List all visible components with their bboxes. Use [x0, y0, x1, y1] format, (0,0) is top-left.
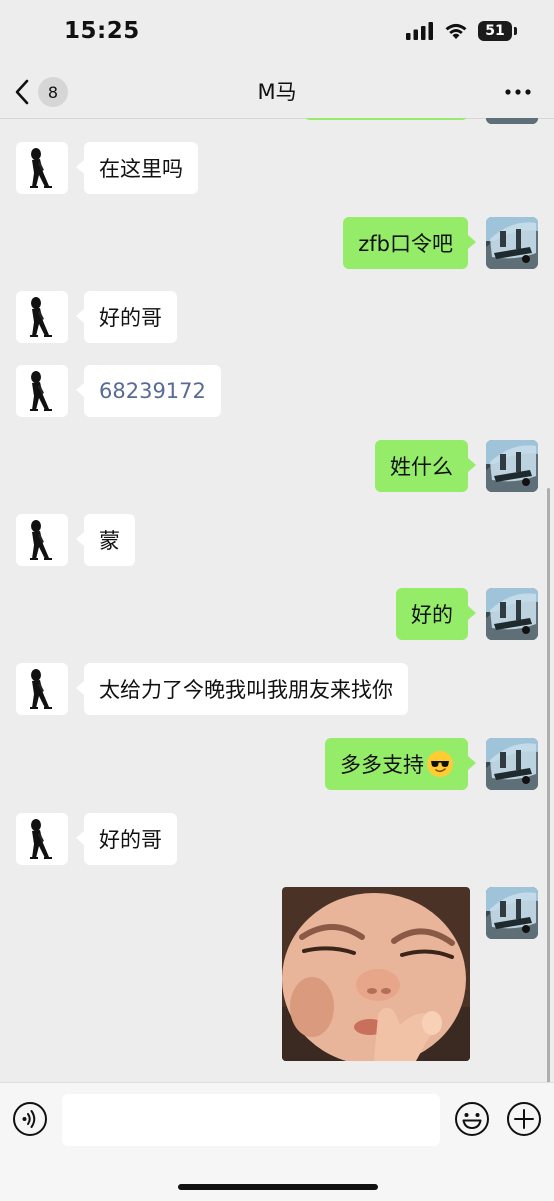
avatar-self[interactable]: [486, 738, 538, 790]
message-text: 好的: [411, 603, 453, 627]
message-input[interactable]: [62, 1094, 440, 1146]
message-bubble-sent[interactable]: 好的: [396, 588, 476, 640]
avatar-contact[interactable]: [16, 514, 68, 566]
message-bubble-received[interactable]: 在这里吗: [76, 142, 198, 194]
message-bubble-received[interactable]: 68239172: [76, 365, 221, 417]
wifi-icon: [445, 23, 467, 39]
avatar-contact[interactable]: [16, 142, 68, 194]
message-text: 好的哥: [99, 306, 162, 330]
avatar-self[interactable]: [486, 588, 538, 640]
chat-title: M马: [257, 80, 297, 104]
voice-icon[interactable]: [12, 1101, 48, 1137]
message-bubble-received[interactable]: 好的哥: [76, 291, 177, 343]
avatar-self[interactable]: [486, 887, 538, 939]
home-indicator: [178, 1184, 378, 1190]
message-bubble-received[interactable]: 蒙: [76, 514, 135, 566]
avatar-contact[interactable]: [16, 291, 68, 343]
nav-bar: 8 M马: [0, 66, 554, 119]
message-bubble-sent[interactable]: 多多支持: [325, 738, 476, 790]
battery-icon: 51: [478, 21, 517, 41]
avatar-contact[interactable]: [16, 365, 68, 417]
phone-number-link[interactable]: 68239172: [99, 379, 206, 403]
emoji-icon[interactable]: [454, 1101, 490, 1137]
message-text: 太给力了今晚我叫我朋友来找你: [99, 678, 393, 702]
status-time: 15:25: [64, 18, 140, 44]
message-text: 在这里吗: [99, 157, 183, 181]
avatar-contact[interactable]: [16, 663, 68, 715]
sunglasses-emoji: [427, 751, 453, 777]
message-text: 好的哥: [99, 828, 162, 852]
message-text: 蒙: [99, 529, 120, 553]
partial-sent-bubble: [304, 118, 468, 120]
scroll-indicator[interactable]: [547, 488, 550, 1082]
avatar-contact[interactable]: [16, 813, 68, 865]
message-text: 姓什么: [390, 455, 453, 479]
avatar-self[interactable]: [486, 440, 538, 492]
message-text: zfb口令吧: [358, 232, 453, 256]
status-icons: 51: [406, 21, 517, 41]
message-bubble-sent[interactable]: 姓什么: [375, 440, 476, 492]
message-bubble-sent[interactable]: zfb口令吧: [343, 217, 476, 269]
status-bar: 15:25 51: [0, 0, 554, 66]
message-bubble-received[interactable]: 好的哥: [76, 813, 177, 865]
battery-level: 51: [485, 23, 505, 39]
chat-area[interactable]: 在这里吗 zfb口令吧 好的哥 68239172 姓什么 蒙 好的 太给力了今晚…: [0, 118, 554, 1082]
signal-icon: [406, 22, 433, 40]
avatar-self[interactable]: [486, 217, 538, 269]
message-bubble-received[interactable]: 太给力了今晚我叫我朋友来找你: [76, 663, 408, 715]
avatar-self[interactable]: [486, 118, 538, 124]
message-text: 多多支持: [340, 753, 424, 777]
plus-icon[interactable]: [506, 1101, 542, 1137]
child-face-sticker[interactable]: [282, 887, 470, 1061]
input-bar: [0, 1082, 554, 1201]
more-dots-icon[interactable]: [504, 80, 532, 104]
